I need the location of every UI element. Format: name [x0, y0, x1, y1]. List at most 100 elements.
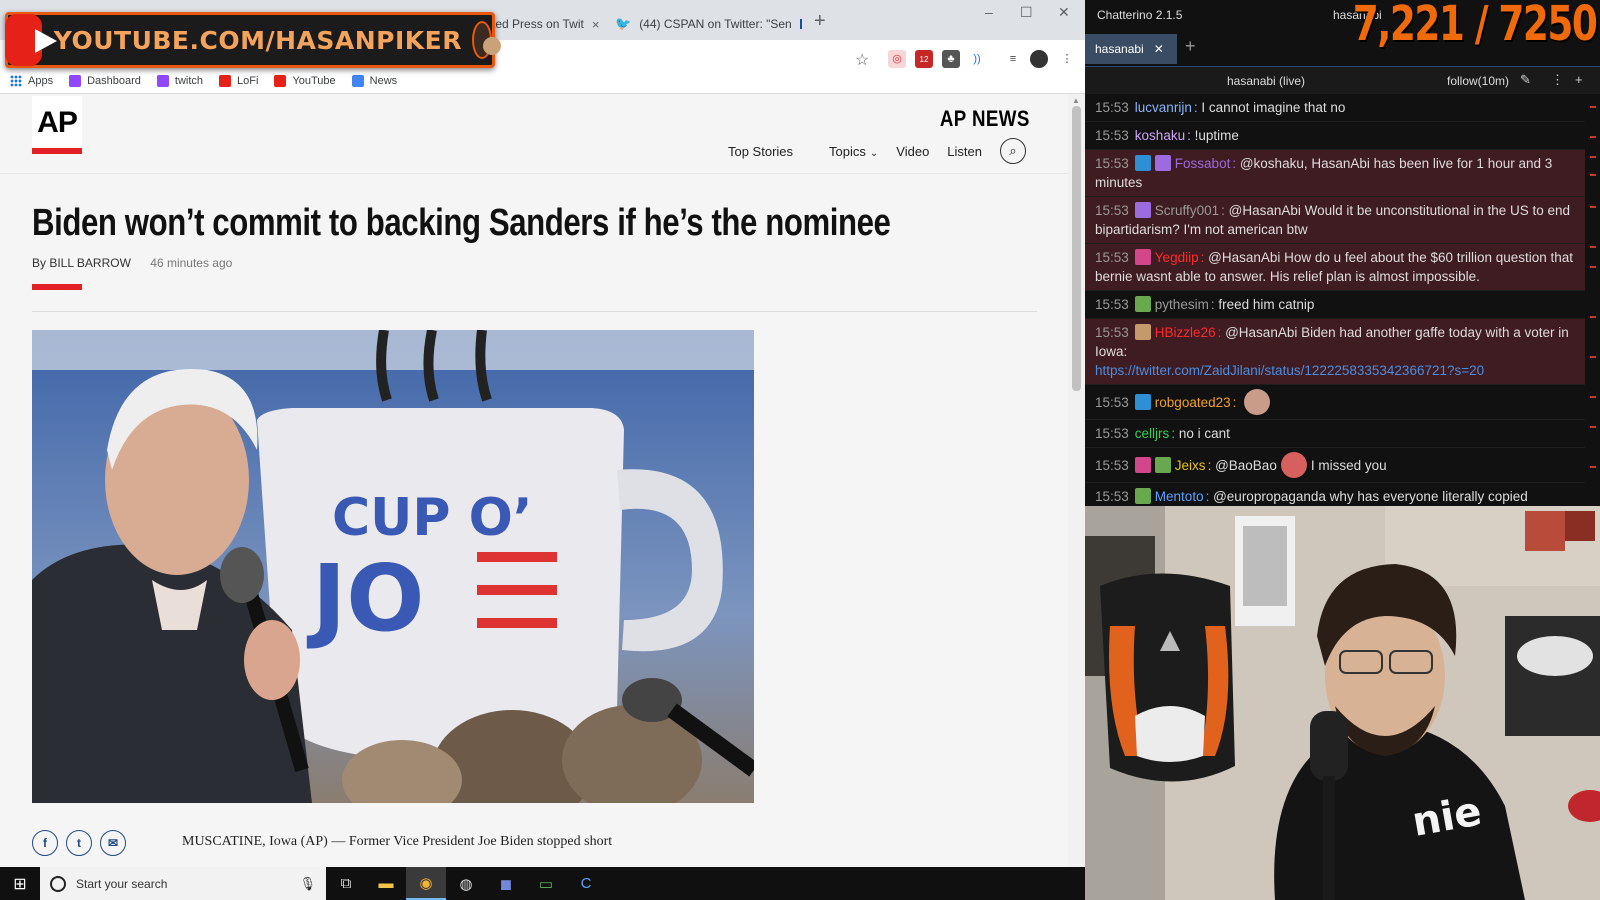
- user-badge-icon[interactable]: [1134, 249, 1151, 265]
- username-separator: :: [1207, 458, 1216, 473]
- user-badge-icon[interactable]: [1134, 324, 1151, 340]
- chrome-icon[interactable]: ◉: [406, 867, 446, 900]
- nav-top-stories[interactable]: Top Stories: [728, 144, 793, 159]
- message-username[interactable]: robgoated23: [1155, 395, 1231, 410]
- chat-message[interactable]: 15:53 celljrs: no i cant: [1085, 420, 1585, 448]
- email-share-icon[interactable]: ✉: [100, 830, 126, 856]
- bookmark-youtube[interactable]: YouTube: [274, 74, 336, 87]
- chat-message[interactable]: 15:53 robgoated23:: [1085, 385, 1585, 420]
- chat-message[interactable]: 15:53 koshaku: !uptime: [1085, 122, 1585, 150]
- message-username[interactable]: lucvanrijn: [1135, 100, 1192, 115]
- facebook-share-icon[interactable]: f: [32, 830, 58, 856]
- site-title[interactable]: AP NEWS: [940, 106, 1030, 132]
- article-photo[interactable]: CUP O’ JO: [32, 330, 754, 803]
- chat-message[interactable]: 15:53 lucvanrijn: I cannot imagine that n…: [1085, 94, 1585, 122]
- microphone-icon[interactable]: 🎙: [299, 876, 316, 892]
- extension-icon[interactable]: ♣: [942, 50, 960, 68]
- follow-mode[interactable]: follow(10m): [1447, 74, 1509, 88]
- nav-label: Topics: [829, 143, 866, 159]
- channel-header: hasanabi (live) follow(10m) ✎ ⋮ +: [1085, 66, 1600, 94]
- message-timestamp: 15:53: [1095, 203, 1129, 218]
- message-username[interactable]: Scruffy001: [1155, 203, 1219, 218]
- message-username[interactable]: koshaku: [1135, 128, 1185, 143]
- twitter-share-icon[interactable]: t: [66, 830, 92, 856]
- bookmark-news[interactable]: News: [351, 74, 397, 87]
- chatterino-icon[interactable]: C: [566, 867, 606, 900]
- chat-scrollbar[interactable]: [1590, 96, 1598, 504]
- extension-icon[interactable]: ◎: [888, 50, 906, 68]
- message-link[interactable]: https://twitter.com/ZaidJilani/status/12…: [1095, 363, 1484, 378]
- chat-message[interactable]: 15:53 HBizzle26: @HasanAbi Biden had anot…: [1085, 319, 1585, 385]
- chat-message[interactable]: 15:53 Jeixs: @BaoBao I missed you: [1085, 448, 1585, 483]
- user-badge-icon[interactable]: [1134, 155, 1151, 171]
- user-badge-icon[interactable]: [1134, 202, 1151, 218]
- message-username[interactable]: Fossabot: [1175, 156, 1231, 171]
- add-tab-button[interactable]: +: [1185, 36, 1196, 57]
- extension-badge-icon[interactable]: 12: [915, 50, 933, 68]
- taskbar-search[interactable]: Start your search 🎙: [40, 867, 326, 900]
- bookmark-apps[interactable]: Apps: [10, 74, 53, 87]
- new-tab-button[interactable]: +: [814, 10, 826, 33]
- app-green-icon[interactable]: ▭: [526, 867, 566, 900]
- message-text: I missed you: [1310, 458, 1387, 473]
- reading-list-icon[interactable]: ≡: [1004, 50, 1022, 68]
- user-badge-icon[interactable]: [1134, 394, 1151, 410]
- tab-close-icon[interactable]: ×: [592, 17, 600, 32]
- message-username[interactable]: Yegdiip: [1155, 250, 1199, 265]
- message-username[interactable]: celljrs: [1135, 426, 1170, 441]
- menu-kebab-icon[interactable]: ⋮: [1551, 72, 1564, 88]
- user-badge-icon[interactable]: [1134, 488, 1151, 504]
- maximize-button[interactable]: ☐: [1020, 4, 1033, 21]
- add-split-icon[interactable]: +: [1575, 72, 1583, 87]
- file-explorer-icon[interactable]: ▬: [366, 867, 406, 900]
- bookmark-dashboard[interactable]: Dashboard: [69, 74, 141, 87]
- chat-message[interactable]: 15:53 Yegdiip: @HasanAbi How do u feel ab…: [1085, 244, 1585, 291]
- nav-topics[interactable]: Topics ⌄: [811, 144, 878, 159]
- bookmark-twitch[interactable]: twitch: [156, 74, 203, 87]
- message-username[interactable]: HBizzle26: [1155, 325, 1216, 340]
- chat-message[interactable]: 15:53 pythesim: freed him catnip: [1085, 291, 1585, 319]
- close-icon[interactable]: ✕: [1154, 42, 1164, 56]
- ap-logo[interactable]: AP: [32, 96, 82, 154]
- chat-message[interactable]: 15:53 Mentoto: @europropaganda why has ev…: [1085, 483, 1585, 506]
- user-badge-icon[interactable]: [1154, 155, 1171, 171]
- menu-kebab-icon[interactable]: ⋮: [1058, 50, 1076, 68]
- user-badge-icon[interactable]: [1134, 296, 1151, 312]
- tab-cspan[interactable]: 🐦 (44) CSPAN on Twitter: "Sen ×: [605, 8, 805, 40]
- message-username[interactable]: Jeixs: [1175, 458, 1206, 473]
- search-icon[interactable]: ⌕: [1000, 138, 1026, 164]
- streamer-avatar: [471, 21, 502, 59]
- scroll-up-icon[interactable]: ▲: [1072, 96, 1080, 105]
- extension-badge: 12: [919, 55, 929, 64]
- obs-icon[interactable]: ◍: [446, 867, 486, 900]
- bookmark-lofi[interactable]: LoFi: [219, 74, 258, 87]
- chat-tab-hasanabi[interactable]: hasanabi ✕: [1085, 34, 1177, 64]
- profile-avatar[interactable]: [1030, 50, 1048, 68]
- emote-image[interactable]: [1244, 389, 1271, 415]
- bookmark-star-icon[interactable]: ☆: [855, 50, 869, 70]
- channel-status[interactable]: hasanabi (live): [1227, 74, 1305, 88]
- scrollbar-thumb[interactable]: [1072, 106, 1081, 391]
- message-username[interactable]: Mentoto: [1155, 489, 1204, 504]
- twitter-icon: 🐦: [615, 16, 632, 31]
- discord-icon[interactable]: ◼: [486, 867, 526, 900]
- emote-image[interactable]: [1280, 452, 1307, 478]
- chat-message[interactable]: 15:53 Fossabot: @koshaku, HasanAbi has be…: [1085, 150, 1585, 197]
- nav-listen[interactable]: Listen: [947, 144, 982, 159]
- nav-video[interactable]: Video: [896, 144, 929, 159]
- user-badge-icon[interactable]: [1134, 457, 1151, 473]
- article-headline: Biden won’t commit to backing Sanders if…: [32, 202, 891, 244]
- message-list[interactable]: 15:53 lucvanrijn: I cannot imagine that n…: [1085, 94, 1585, 506]
- cortana-icon: [50, 875, 66, 892]
- author[interactable]: By BILL BARROW: [32, 256, 131, 270]
- windows-start-icon[interactable]: ⊞: [0, 867, 40, 900]
- close-window-button[interactable]: ✕: [1058, 4, 1070, 21]
- page-scrollbar[interactable]: ▲: [1068, 94, 1085, 867]
- cast-icon[interactable]: )): [968, 50, 986, 68]
- chat-message[interactable]: 15:53 Scruffy001: @HasanAbi Would it be u…: [1085, 197, 1585, 244]
- moderation-icon[interactable]: ✎: [1520, 72, 1531, 88]
- user-badge-icon[interactable]: [1154, 457, 1171, 473]
- minimize-button[interactable]: –: [985, 4, 993, 20]
- task-view-icon[interactable]: ⧉: [326, 867, 366, 900]
- message-username[interactable]: pythesim: [1155, 297, 1209, 312]
